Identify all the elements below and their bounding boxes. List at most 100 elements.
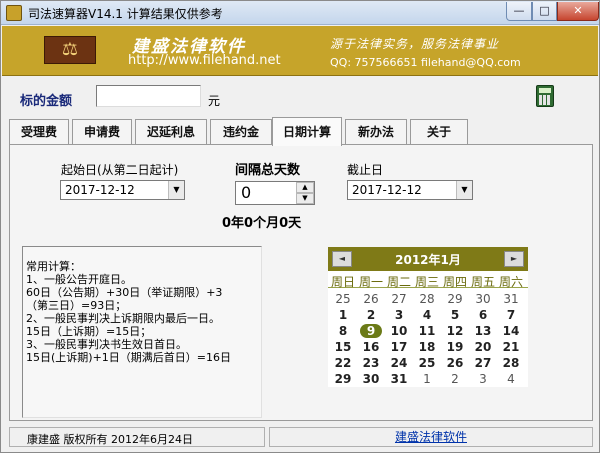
website-url: http://www.filehand.net bbox=[128, 53, 281, 68]
copyright-text: 康建盛 版权所有 2012年6月24日 bbox=[9, 427, 265, 447]
calendar-day[interactable]: 26 bbox=[357, 291, 385, 307]
minimize-button[interactable]: — bbox=[506, 2, 532, 21]
calculator-icon[interactable] bbox=[536, 85, 554, 107]
calendar-day[interactable]: 18 bbox=[413, 339, 441, 355]
slogan: 源于法律实务，服务法律事业 bbox=[330, 37, 500, 51]
date-calc-panel: 起始日(从第二日起计) 2017-12-12 ▼ 间隔总天数 0 ▲ ▼ 0年0… bbox=[9, 144, 593, 421]
calendar-day[interactable]: 31 bbox=[497, 291, 525, 307]
calendar-day[interactable]: 20 bbox=[469, 339, 497, 355]
calendar-day[interactable]: 15 bbox=[329, 339, 357, 355]
interval-value: 0 bbox=[241, 183, 252, 202]
weekday-header: 周六 bbox=[498, 275, 523, 289]
notes-textbox[interactable]: 常用计算： 1、一般公告开庭日。 60日（公告期）+30日（举证期限）+3 （第… bbox=[22, 246, 262, 418]
header-banner: ⚖ 建盛法律软件 http://www.filehand.net 源于法律实务，… bbox=[2, 26, 598, 76]
weekday-header: 周四 bbox=[442, 275, 467, 289]
calendar-day[interactable]: 25 bbox=[413, 355, 441, 371]
calendar-day[interactable]: 16 bbox=[357, 339, 385, 355]
calendar-day[interactable]: 1 bbox=[413, 371, 441, 387]
calendar-day[interactable]: 24 bbox=[385, 355, 413, 371]
note-line: 2、一般民事判决上诉期限内最后一日。 bbox=[26, 312, 220, 325]
calendar-day[interactable]: 19 bbox=[441, 339, 469, 355]
note-line: 15日(上诉期)+1日（期满后首日）=16日 bbox=[26, 351, 232, 364]
calendar-month-title: 2012年1月 bbox=[395, 253, 461, 267]
tab-new-method[interactable]: 新办法 bbox=[345, 119, 407, 145]
calendar-day[interactable]: 6 bbox=[469, 307, 497, 323]
calendar-day[interactable]: 22 bbox=[329, 355, 357, 371]
calendar-day[interactable]: 10 bbox=[385, 323, 413, 339]
weekday-header: 周日 bbox=[330, 275, 355, 289]
amount-input[interactable] bbox=[96, 85, 201, 107]
tab-about[interactable]: 关于 bbox=[410, 119, 468, 145]
spin-up-icon[interactable]: ▲ bbox=[296, 182, 314, 193]
calendar-header: ◄ 2012年1月 ► bbox=[328, 247, 528, 271]
contact-info: QQ: 757566651 filehand@QQ.com bbox=[330, 56, 521, 69]
calendar-day[interactable]: 7 bbox=[497, 307, 525, 323]
calendar-day[interactable]: 17 bbox=[385, 339, 413, 355]
calendar-day[interactable]: 2 bbox=[441, 371, 469, 387]
scales-logo-icon: ⚖ bbox=[44, 36, 96, 64]
note-line: 60日（公告期）+30日（举证期限）+3 bbox=[26, 286, 223, 299]
calendar-day[interactable]: 12 bbox=[441, 323, 469, 339]
calendar-day[interactable]: 28 bbox=[413, 291, 441, 307]
weekday-header: 周三 bbox=[414, 275, 439, 289]
brand-link[interactable]: 建盛法律软件 bbox=[269, 427, 593, 447]
calendar-day[interactable]: 23 bbox=[357, 355, 385, 371]
interval-label: 间隔总天数 bbox=[235, 163, 301, 178]
weekday-header: 周二 bbox=[386, 275, 411, 289]
calendar-day[interactable]: 21 bbox=[497, 339, 525, 355]
calendar-day[interactable]: 4 bbox=[413, 307, 441, 323]
calendar-day[interactable]: 14 bbox=[497, 323, 525, 339]
weekday-header: 周五 bbox=[470, 275, 495, 289]
calendar-day[interactable]: 29 bbox=[329, 371, 357, 387]
interval-result: 0年0个月0天 bbox=[222, 216, 302, 231]
start-date-picker[interactable]: 2017-12-12 ▼ bbox=[60, 180, 185, 200]
tab-penalty[interactable]: 违约金 bbox=[210, 119, 272, 145]
calendar-day[interactable]: 3 bbox=[385, 307, 413, 323]
calendar-day[interactable]: 28 bbox=[497, 355, 525, 371]
calendar-day[interactable]: 13 bbox=[469, 323, 497, 339]
calendar-day[interactable]: 3 bbox=[469, 371, 497, 387]
end-date-picker[interactable]: 2017-12-12 ▼ bbox=[347, 180, 473, 200]
calendar-day[interactable]: 31 bbox=[385, 371, 413, 387]
maximize-button[interactable]: □ bbox=[532, 2, 557, 21]
interval-stepper[interactable]: 0 ▲ ▼ bbox=[235, 181, 315, 205]
calendar-day[interactable]: 4 bbox=[497, 371, 525, 387]
prev-month-icon[interactable]: ◄ bbox=[332, 251, 352, 267]
calendar-day[interactable]: 8 bbox=[329, 323, 357, 339]
start-date-value: 2017-12-12 bbox=[65, 183, 135, 197]
tab-application-fee[interactable]: 申请费 bbox=[72, 119, 132, 145]
tab-late-interest[interactable]: 迟延利息 bbox=[135, 119, 207, 145]
title-bar[interactable]: 司法速算器V14.1 计算结果仅供参考 — □ ✕ bbox=[1, 1, 599, 25]
chevron-down-icon[interactable]: ▼ bbox=[456, 181, 472, 199]
end-date-value: 2017-12-12 bbox=[352, 183, 422, 197]
calendar-day[interactable]: 30 bbox=[357, 371, 385, 387]
next-month-icon[interactable]: ► bbox=[504, 251, 524, 267]
amount-unit: 元 bbox=[208, 94, 221, 108]
close-button[interactable]: ✕ bbox=[557, 2, 599, 21]
calendar-day[interactable]: 26 bbox=[441, 355, 469, 371]
calendar: ◄ 2012年1月 ► 周日 周一 周二 周三 周四 周五 周六 25 26 27 28 29 30 3… bbox=[328, 247, 528, 387]
calendar-day[interactable]: 27 bbox=[469, 355, 497, 371]
note-line: （第三日）=93日； bbox=[26, 299, 127, 312]
window-title: 司法速算器V14.1 计算结果仅供参考 bbox=[28, 7, 223, 21]
note-line: 15日（上诉期）=15日； bbox=[26, 325, 152, 338]
calendar-day[interactable]: 30 bbox=[469, 291, 497, 307]
note-line: 常用计算： bbox=[26, 260, 81, 273]
calendar-day[interactable]: 27 bbox=[385, 291, 413, 307]
calendar-day[interactable]: 1 bbox=[329, 307, 357, 323]
tab-filing-fee[interactable]: 受理费 bbox=[9, 119, 69, 145]
tab-date-calc[interactable]: 日期计算 bbox=[272, 117, 342, 146]
spin-down-icon[interactable]: ▼ bbox=[296, 193, 314, 204]
end-date-label: 截止日 bbox=[347, 163, 384, 177]
calendar-day[interactable]: 25 bbox=[329, 291, 357, 307]
note-line: 1、一般公告开庭日。 bbox=[26, 273, 132, 286]
calendar-day-today[interactable]: 9 bbox=[357, 323, 385, 339]
chevron-down-icon[interactable]: ▼ bbox=[168, 181, 184, 199]
calendar-day[interactable]: 11 bbox=[413, 323, 441, 339]
calendar-day[interactable]: 2 bbox=[357, 307, 385, 323]
start-date-label: 起始日(从第二日起计) bbox=[61, 163, 179, 177]
calendar-day[interactable]: 5 bbox=[441, 307, 469, 323]
weekday-header: 周一 bbox=[358, 275, 383, 289]
app-icon bbox=[6, 5, 22, 21]
calendar-day[interactable]: 29 bbox=[441, 291, 469, 307]
